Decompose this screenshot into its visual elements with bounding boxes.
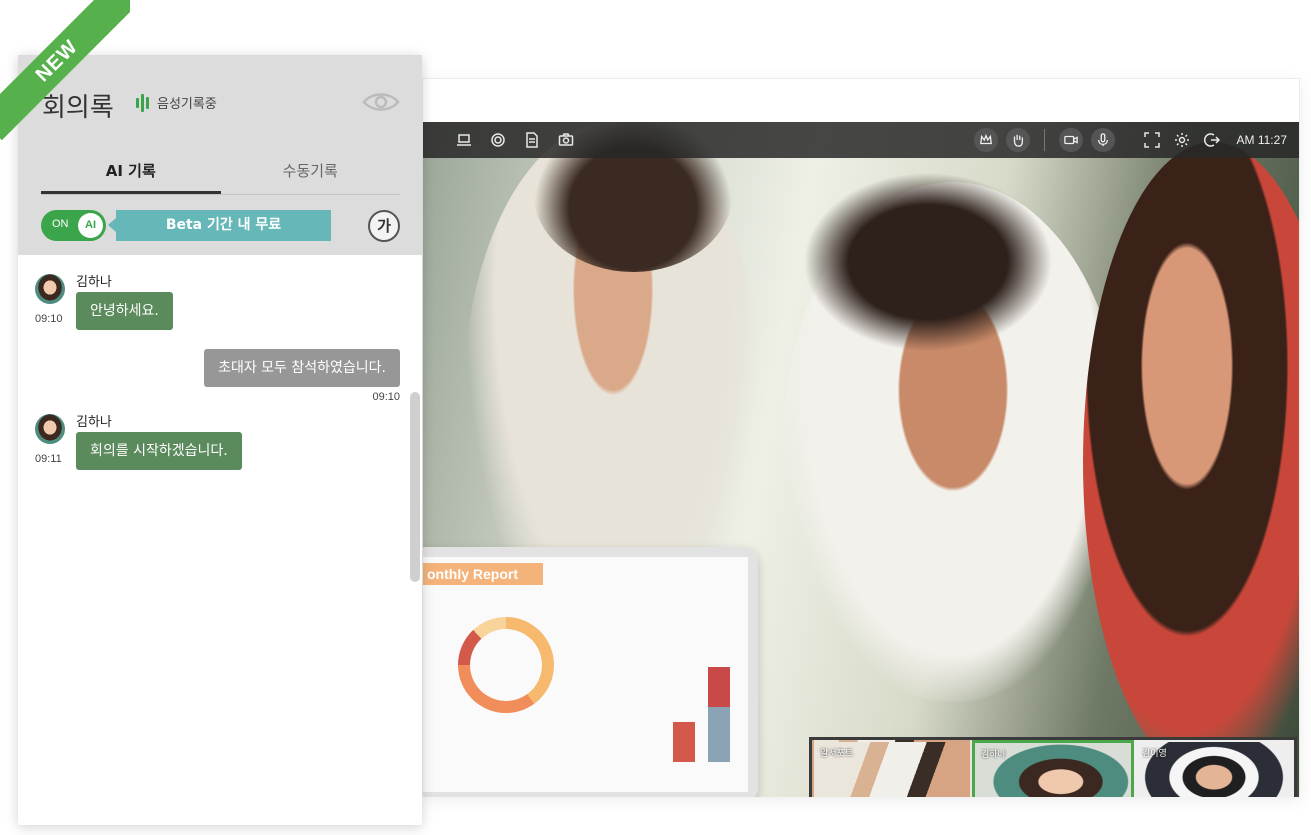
- donut-chart-graphic: [458, 617, 554, 713]
- recording-icon: [136, 93, 149, 112]
- fullscreen-icon[interactable]: [1141, 129, 1163, 151]
- participant-thumbnails: 알서포트 김하나 김이영: [809, 737, 1297, 797]
- target-icon[interactable]: [487, 129, 509, 151]
- notes-title: 회의록: [42, 93, 114, 123]
- laptop-icon[interactable]: [453, 129, 475, 151]
- participant-name: 김하나: [981, 750, 1006, 760]
- message-time: 09:11: [35, 453, 62, 465]
- meeting-notes-panel: 회의록 음성기록중 AI 기록 수동기록 ON AI Beta 기간 내 무료 …: [18, 55, 422, 825]
- list-item: 김하나 09:11 회의를 시작하겠습니다.: [18, 395, 422, 485]
- exit-icon[interactable]: [1201, 129, 1223, 151]
- gear-icon[interactable]: [1171, 129, 1193, 151]
- report-title: onthly Report: [423, 563, 543, 585]
- participant-thumb[interactable]: 김이영: [1134, 740, 1294, 797]
- camera-icon[interactable]: [555, 129, 577, 151]
- toggle-state-label: ON: [52, 218, 69, 230]
- participant-thumb[interactable]: 알서포트: [812, 740, 972, 797]
- toolbar-divider: [1043, 129, 1045, 151]
- video-main-stage: onthly Report 알서포트 김하나 김이영: [423, 122, 1299, 797]
- scrollbar[interactable]: [410, 392, 420, 582]
- participant-name: 알서포트: [820, 749, 854, 759]
- list-item: 김하나 09:10 안녕하세요.: [18, 255, 422, 345]
- hand-icon[interactable]: [1005, 128, 1030, 152]
- sender-name: 김하나: [76, 275, 112, 290]
- report-screen: onthly Report: [423, 557, 748, 792]
- report-bar: [673, 722, 695, 762]
- report-tablet: onthly Report: [423, 547, 758, 797]
- crown-icon[interactable]: [973, 128, 998, 152]
- eye-icon[interactable]: [362, 91, 400, 113]
- document-icon[interactable]: [521, 129, 543, 151]
- video-toolbar: AM 11:27: [423, 122, 1299, 158]
- notes-header: 회의록 음성기록중 AI 기록 수동기록 ON AI Beta 기간 내 무료 …: [18, 55, 422, 255]
- video-window: onthly Report 알서포트 김하나 김이영 AM 11:27: [422, 78, 1300, 797]
- participant-name: 김이영: [1142, 749, 1167, 759]
- sender-name: 김하나: [76, 415, 112, 430]
- toggle-knob: AI: [78, 213, 103, 238]
- notes-tabs: AI 기록 수동기록: [41, 155, 400, 195]
- microphone-icon[interactable]: [1090, 128, 1115, 152]
- ai-toggle[interactable]: ON AI: [41, 210, 106, 241]
- message-bubble: 안녕하세요.: [76, 292, 173, 330]
- report-bar: [708, 707, 730, 762]
- participant-thumb-active[interactable]: 김하나: [972, 740, 1134, 797]
- clock: AM 11:27: [1236, 133, 1287, 147]
- tab-manual-record[interactable]: 수동기록: [221, 155, 401, 194]
- recording-label: 음성기록중: [157, 97, 217, 112]
- font-size-button[interactable]: 가: [368, 210, 400, 242]
- beta-free-banner: Beta 기간 내 무료: [108, 210, 331, 241]
- tab-ai-record[interactable]: AI 기록: [41, 155, 221, 194]
- window-topbar: [423, 79, 1299, 122]
- transcript-list: 김하나 09:10 안녕하세요. 초대자 모두 참석하였습니다. 09:10 김…: [18, 255, 422, 825]
- avatar: [35, 414, 65, 444]
- message-bubble: 회의를 시작하겠습니다.: [76, 432, 242, 470]
- recording-indicator: 음성기록중: [136, 93, 217, 112]
- message-time: 09:10: [35, 313, 63, 325]
- message-bubble: 초대자 모두 참석하였습니다.: [204, 349, 400, 387]
- avatar: [35, 274, 65, 304]
- video-camera-icon[interactable]: [1058, 128, 1083, 152]
